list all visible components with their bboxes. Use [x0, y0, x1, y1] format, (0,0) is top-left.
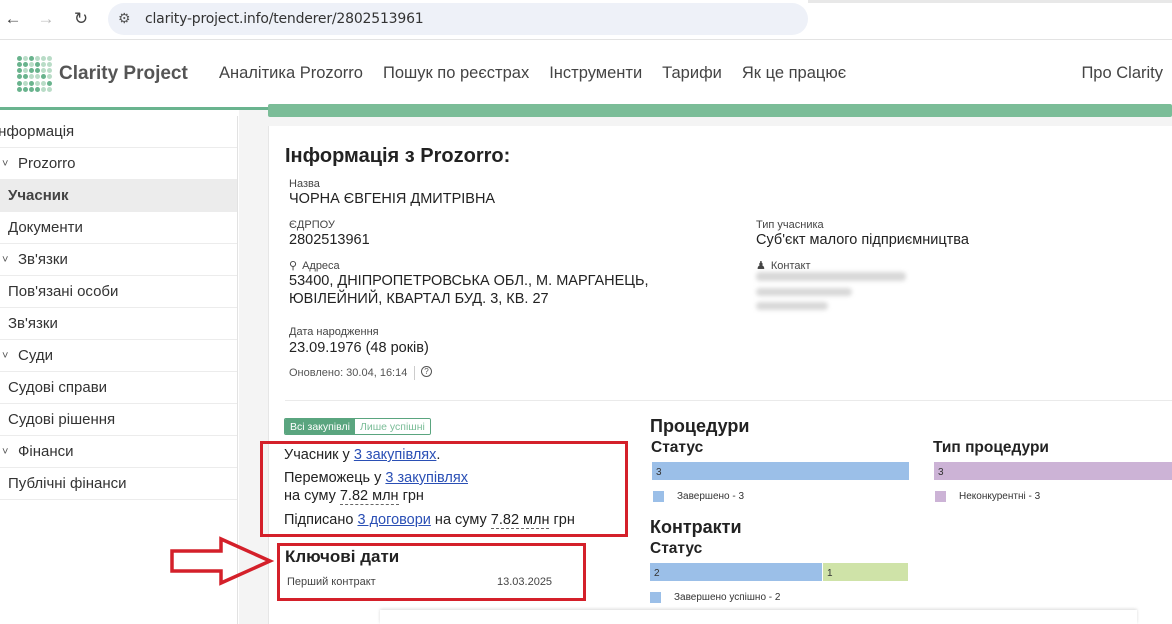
procedures-status-title: Статус — [651, 439, 704, 456]
sidebar-item-label: Публічні фінанси — [8, 475, 127, 492]
contracts-status-title: Статус — [650, 540, 703, 557]
contact-blurred-line — [756, 272, 906, 281]
site-settings-icon[interactable]: ⚙ — [118, 10, 131, 27]
address-line-1: 53400, ДНІПРОПЕТРОВСЬКА ОБЛ., М. МАРГАНЕ… — [289, 273, 649, 289]
site-header: Clarity Project Аналітика Prozorro Пошук… — [0, 41, 1172, 109]
logo[interactable]: Clarity Project — [17, 56, 188, 92]
legend-swatch — [653, 491, 664, 502]
sidebar-item-label: Суди — [18, 347, 53, 364]
logo-icon — [17, 56, 53, 92]
edrpou-value: 2802513961 — [289, 232, 370, 248]
contact-label-row: ♟ Контакт — [756, 259, 810, 272]
sidebar-group-finance[interactable]: ˅ Фінанси — [0, 436, 237, 468]
highlight-box-key-dates — [277, 543, 586, 601]
purchase-filter-toggle[interactable]: Всі закупівлі Лише успішні — [284, 418, 431, 435]
sidebar-item-label: Зв'язки — [18, 251, 68, 268]
address-label-row: ⚲ Адреса — [289, 259, 340, 272]
sidebar-item-label: Зв'язки — [8, 315, 58, 332]
nav-pricing[interactable]: Тарифи — [662, 64, 722, 83]
sidebar-item-label: Фінанси — [18, 443, 74, 460]
procedure-type-legend: Неконкурентні - 3 — [935, 491, 1040, 502]
nav-about-clarity[interactable]: Про Clarity — [1081, 64, 1163, 83]
sidebar-item-public-finance[interactable]: Публічні фінанси — [0, 468, 237, 500]
procedure-type-title: Тип процедури — [933, 439, 1049, 456]
sidebar-item-label: Судові справи — [8, 379, 108, 396]
sidebar-group-links[interactable]: ˅ Зв'язки — [0, 244, 237, 276]
edrpou-label: ЄДРПОУ — [289, 219, 335, 231]
contracts-status-bar-other[interactable]: 1 — [823, 563, 908, 581]
sidebar-group-courts[interactable]: ˅ Суди — [0, 340, 237, 372]
chevron-down-icon: ˅ — [2, 157, 9, 170]
address-label: Адреса — [302, 260, 340, 272]
filter-successful-only[interactable]: Лише успішні — [354, 419, 430, 434]
contracts-status-legend: Завершено успішно - 2 — [650, 592, 780, 603]
sidebar-group-prozorro[interactable]: ˅ Prozorro — [0, 148, 237, 180]
sidebar-item-label: Інформація — [0, 123, 75, 140]
nav-tools[interactable]: Інструменти — [549, 64, 642, 83]
address-bar[interactable]: ⚙ clarity-project.info/tenderer/28025139… — [108, 3, 808, 35]
browser-toolbar: ← → ↻ ⚙ clarity-project.info/tenderer/28… — [0, 0, 1172, 40]
nav-registry-search[interactable]: Пошук по реєстрах — [383, 64, 529, 83]
page-title: Інформація з Prozorro: — [285, 145, 511, 167]
reload-icon[interactable]: ↻ — [68, 6, 94, 32]
url-text[interactable]: clarity-project.info/tenderer/2802513961 — [145, 11, 424, 27]
toolbar-edge — [808, 0, 1172, 3]
sidebar-item-label: Учасник — [8, 187, 69, 204]
birth-date-value: 23.09.1976 (48 років) — [289, 340, 429, 356]
procedures-title: Процедури — [650, 416, 750, 436]
procedure-type-bar[interactable]: 3 — [934, 462, 1172, 480]
procedures-status-bar[interactable]: 3 — [652, 462, 909, 480]
sidebar-item-label: Prozorro — [18, 155, 76, 172]
contracts-status-bar-completed[interactable]: 2 — [650, 563, 822, 581]
sidebar-item-links[interactable]: Зв'язки — [0, 308, 237, 340]
sidebar-item-documents[interactable]: Документи — [0, 212, 237, 244]
highlight-box-stats — [260, 441, 628, 537]
person-icon: ♟ — [756, 260, 766, 272]
sidebar-item-label: Судові рішення — [8, 411, 116, 428]
divider — [285, 400, 1172, 401]
header-accent-line — [0, 107, 268, 110]
main-nav: Аналітика Prozorro Пошук по реєстрах Інс… — [219, 64, 866, 83]
nav-prozorro-analytics[interactable]: Аналітика Prozorro — [219, 64, 363, 83]
nav-how-it-works[interactable]: Як це працює — [742, 64, 846, 83]
back-icon[interactable]: ← — [0, 6, 26, 32]
sidebar-item-participant[interactable]: Учасник — [0, 180, 237, 212]
bottom-overlay-panel — [380, 610, 1137, 624]
sidebar-item-info[interactable]: Інформація — [0, 116, 237, 148]
participant-type-label: Тип учасника — [756, 219, 824, 231]
birth-date-label: Дата народження — [289, 326, 379, 338]
arrow-right-icon — [170, 536, 275, 586]
sidebar-item-court-cases[interactable]: Судові справи — [0, 372, 237, 404]
contact-blurred-line — [756, 288, 852, 296]
sidebar-item-court-decisions[interactable]: Судові рішення — [0, 404, 237, 436]
chevron-down-icon: ˅ — [2, 445, 9, 458]
name-label: Назва — [289, 178, 320, 190]
contact-blurred-line — [756, 302, 828, 310]
legend-swatch — [935, 491, 946, 502]
participant-type-value: Суб'єкт малого підприємництва — [756, 232, 969, 248]
filter-all-purchases[interactable]: Всі закупівлі — [285, 419, 355, 434]
divider — [414, 366, 415, 380]
chevron-down-icon: ˅ — [2, 349, 9, 362]
help-icon[interactable]: ? — [421, 366, 432, 377]
procedures-status-legend: Завершено - 3 — [653, 491, 744, 502]
name-value: ЧОРНА ЄВГЕНІЯ ДМИТРІВНА — [289, 191, 496, 207]
chevron-down-icon: ˅ — [2, 253, 9, 266]
sidebar-item-label: Документи — [8, 219, 83, 236]
sidebar-item-label: Пов'язані особи — [8, 283, 119, 300]
contact-label: Контакт — [770, 260, 811, 272]
content-accent-band — [268, 104, 1172, 117]
updated-timestamp: Оновлено: 30.04, 16:14 — [289, 367, 408, 379]
legend-swatch — [650, 592, 661, 603]
address-line-2: ЮВІЛЕЙНИЙ, КВАРТАЛ БУД. 3, КВ. 27 — [289, 291, 549, 307]
sidebar-item-related-persons[interactable]: Пов'язані особи — [0, 276, 237, 308]
forward-icon[interactable]: → — [33, 6, 59, 32]
location-pin-icon: ⚲ — [289, 260, 298, 272]
contracts-title: Контракти — [650, 517, 742, 537]
logo-text: Clarity Project — [59, 63, 188, 84]
